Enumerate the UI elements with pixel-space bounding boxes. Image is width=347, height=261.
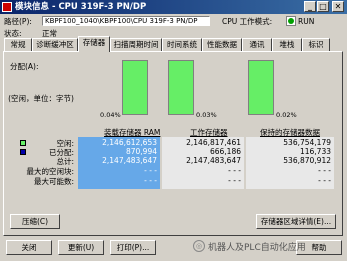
watermark-icon: ◎: [193, 240, 205, 252]
table-cell: 2,146,612,653: [102, 138, 157, 147]
row-label-max-possible: 最大可能数:: [33, 177, 74, 186]
tab-time-system[interactable]: 时间系统: [162, 38, 202, 51]
close-window-button[interactable]: ✕: [332, 1, 344, 12]
minimize-button[interactable]: _: [304, 1, 316, 12]
table-cell: 2,147,483,647: [102, 156, 157, 165]
op-mode-value: RUN: [298, 17, 315, 26]
memory-details-button[interactable]: 存储器区域详情(E)...: [256, 214, 336, 229]
load-memory-percent: 0.04%: [100, 111, 121, 119]
tab-performance[interactable]: 性能数据: [202, 38, 242, 51]
table-cell: 2,146,817,461: [186, 138, 241, 147]
table-cell: 870,994: [125, 147, 157, 156]
load-memory-column: 2,146,612,653 870,994 2,147,483,647 - - …: [78, 137, 160, 189]
compress-button[interactable]: 压缩(C): [10, 214, 60, 229]
retentive-memory-percent: 0.02%: [276, 111, 297, 119]
work-memory-column: 2,146,817,461 666,186 2,147,483,647 - - …: [162, 137, 244, 189]
run-status-icon: [286, 16, 296, 26]
free-bytes-label: (空闲，单位：字节): [8, 94, 74, 103]
tab-identification[interactable]: 标识: [302, 38, 330, 51]
table-cell: 536,870,912: [283, 156, 331, 165]
print-button[interactable]: 打印(P)...: [110, 240, 156, 255]
retentive-memory-bar-fill: [249, 61, 273, 114]
path-label: 路径(P):: [4, 17, 32, 26]
path-field: KBPF100_1040\KBPF100\CPU 319F-3 PN/DP: [42, 16, 210, 26]
table-cell: - - -: [318, 166, 331, 175]
tab-memory[interactable]: 存储器: [78, 36, 110, 52]
watermark-text: 机器人及PLC自动化应用: [208, 243, 306, 253]
table-cell: - - -: [228, 176, 241, 185]
maximize-button[interactable]: □: [317, 1, 329, 12]
table-cell: - - -: [318, 176, 331, 185]
legend-used-swatch: [20, 149, 26, 155]
tab-scan-cycle[interactable]: 扫描周期时间: [110, 38, 162, 51]
tab-stacks[interactable]: 堆栈: [272, 38, 302, 51]
distribution-label: 分配(A):: [10, 62, 39, 71]
table-cell: 666,186: [209, 147, 241, 156]
table-cell: 2,147,483,647: [186, 156, 241, 165]
retentive-memory-column: 536,754,179 116,733 536,870,912 - - - - …: [246, 137, 334, 189]
tab-general[interactable]: 常规: [4, 38, 32, 51]
op-mode-label: CPU 工作模式:: [222, 17, 273, 26]
work-memory-bar-fill: [169, 61, 193, 114]
legend-free-swatch: [20, 140, 26, 146]
tab-diagnostic-buffer[interactable]: 诊断缓冲区: [32, 38, 78, 51]
work-memory-bar: [168, 60, 194, 115]
title-bar: 模块信息 - CPU 319F-3 PN/DP _ □ ✕: [0, 0, 347, 14]
window-title: 模块信息 - CPU 319F-3 PN/DP: [15, 2, 147, 12]
work-memory-percent: 0.03%: [196, 111, 217, 119]
retentive-memory-bar: [248, 60, 274, 115]
tab-communication[interactable]: 通讯: [242, 38, 272, 51]
update-button[interactable]: 更新(U): [58, 240, 104, 255]
close-button[interactable]: 关闭: [6, 240, 52, 255]
load-memory-bar: [122, 60, 148, 115]
load-memory-bar-fill: [123, 61, 147, 114]
table-cell: 116,733: [299, 147, 331, 156]
table-cell: - - -: [228, 166, 241, 175]
table-cell: 536,754,179: [283, 138, 331, 147]
table-cell: - - -: [144, 166, 157, 175]
table-cell: - - -: [144, 176, 157, 185]
app-icon: [2, 2, 12, 12]
